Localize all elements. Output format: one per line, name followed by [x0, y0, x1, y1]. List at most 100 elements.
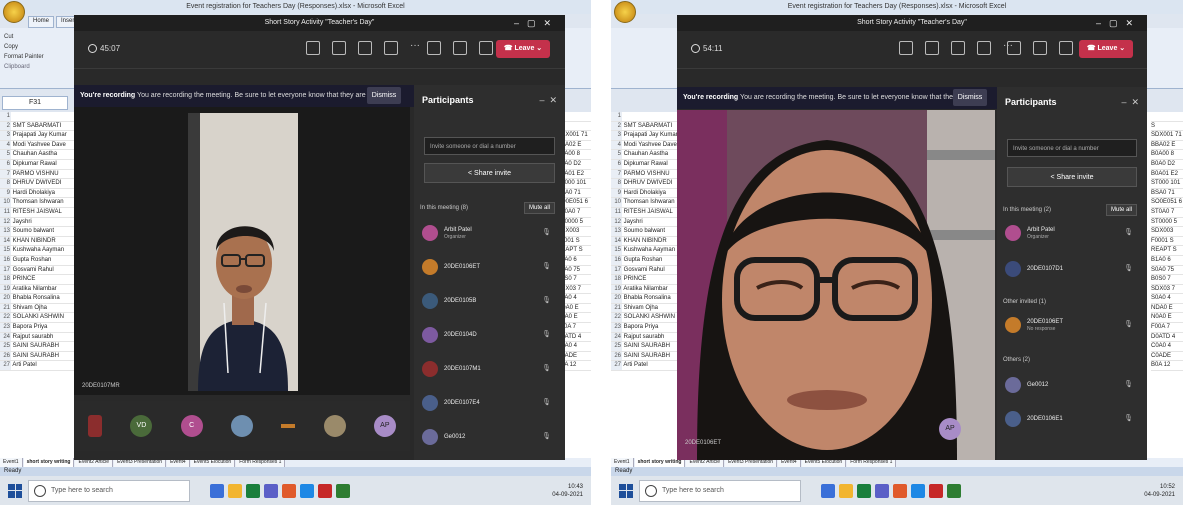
share-invite-button[interactable]: < Share invite [424, 163, 555, 183]
others-section[interactable]: Others (2) [1003, 357, 1030, 363]
folder-icon[interactable] [228, 483, 242, 498]
cell-value[interactable]: C0A0 4 [1151, 342, 1183, 352]
cell-value[interactable] [1151, 112, 1183, 122]
app-icon-2[interactable] [318, 483, 332, 498]
cell-value[interactable]: SO0E051 6 [1151, 198, 1183, 208]
participant-item[interactable]: Arbit Patel Organizer [422, 221, 472, 245]
sheet-tab[interactable]: Event1 [0, 458, 23, 467]
close-panel-icon[interactable]: – ✕ [539, 95, 557, 106]
copy-button[interactable]: Copy [4, 42, 44, 52]
cell-value[interactable]: B0A0 D2 [1151, 160, 1183, 170]
participant-item[interactable]: Arbit Patel Organizer [1005, 221, 1055, 245]
table-row[interactable]: 4 Modi Yashvee Dave [0, 140, 78, 151]
chat-icon[interactable] [899, 41, 913, 55]
cell-value[interactable]: BSA0 71 [1151, 189, 1183, 199]
mic-icon[interactable]: 🎙 [542, 228, 551, 236]
app-icon[interactable] [821, 483, 835, 498]
cell-value[interactable]: REAPT S [1151, 246, 1183, 256]
raise-hand-icon[interactable] [358, 41, 372, 55]
rooms-icon[interactable] [384, 41, 398, 55]
leave-button[interactable]: ☎ Leave ⌄ [496, 40, 550, 58]
cell-value[interactable]: F0001 S [1151, 237, 1183, 247]
mic-icon[interactable]: 🎙 [542, 432, 551, 440]
table-row[interactable]: 18 PRINCE [0, 275, 78, 285]
camera-icon[interactable] [1007, 41, 1021, 55]
cell-value[interactable]: SDX001 71 [1151, 131, 1183, 141]
share-invite-button[interactable]: < Share invite [1007, 167, 1137, 187]
share-screen-icon[interactable] [479, 41, 493, 55]
cell-value[interactable]: S0A0 75 [1151, 266, 1183, 276]
taskbar-search[interactable]: Type here to search [28, 479, 190, 502]
dismiss-button[interactable]: Dismiss [953, 89, 987, 106]
table-row[interactable]: 2 SMT SABARMATI [0, 121, 78, 132]
cell-value[interactable]: B0A 12 [1151, 361, 1183, 372]
app-icon-3[interactable] [947, 483, 961, 498]
table-row[interactable]: 25 SAINI SAURABH [0, 342, 78, 352]
more-icon[interactable]: ··· [410, 41, 422, 53]
invite-input[interactable]: Invite someone or dial a number [424, 137, 555, 155]
table-row[interactable]: 7 PARMO VISHNU [0, 169, 78, 180]
tile-avatar-vd[interactable]: VD [130, 415, 153, 437]
dismiss-button[interactable]: Dismiss [367, 87, 401, 104]
cell-value[interactable]: D0ATD 4 [1151, 333, 1183, 343]
cell-value[interactable]: BBA02 E [1151, 141, 1183, 151]
windows-start-icon[interactable] [619, 483, 633, 498]
mic-icon[interactable] [1033, 41, 1047, 55]
invite-input[interactable]: Invite someone or dial a number [1007, 139, 1137, 157]
table-row[interactable]: 1 [0, 112, 78, 122]
window-controls[interactable]: –▢✕ [514, 15, 559, 31]
participant-item[interactable]: 20DE0107E4 [422, 391, 480, 415]
table-row[interactable]: 24 Rajput saurabh [0, 332, 78, 343]
table-row[interactable]: 10 Thomsan Ishwaran [0, 198, 78, 208]
app-icon-3[interactable] [336, 483, 350, 498]
name-box[interactable]: F31 [2, 96, 68, 110]
share-screen-icon[interactable] [1059, 41, 1073, 55]
mic-icon[interactable]: 🎙 [542, 398, 551, 406]
table-row[interactable]: 13 Soumo balwant [0, 227, 78, 237]
cell-value[interactable]: B0A00 8 [1151, 150, 1183, 160]
participant-item[interactable]: 20DE0107D1 [1005, 257, 1063, 281]
office-button-icon[interactable] [614, 1, 636, 23]
sheet-tab[interactable]: Event1 [611, 458, 634, 467]
table-row[interactable]: 19 Aratika Nilambar [0, 284, 78, 295]
tile-avatar-ap[interactable]: AP [373, 415, 396, 437]
participants-icon[interactable] [332, 41, 346, 55]
table-row[interactable]: 8 DHRUV DWIVEDI [0, 179, 78, 189]
in-meeting-section[interactable]: In this meeting (2) [1003, 207, 1051, 213]
close-panel-icon[interactable]: – ✕ [1121, 97, 1139, 108]
cell-value[interactable]: B1A0 6 [1151, 256, 1183, 266]
cut-button[interactable]: Cut [4, 32, 44, 42]
mic-icon[interactable]: 🎙 [542, 296, 551, 304]
participant-item[interactable]: 20DE0106ET No response [1005, 313, 1063, 337]
table-row[interactable]: 5 Chauhan Aastha [0, 150, 78, 160]
table-row[interactable]: 27 Arti Patel [0, 361, 78, 372]
tile-avatar-c[interactable]: C [180, 415, 203, 437]
mic-icon[interactable]: 🎙 [542, 364, 551, 372]
windows-start-icon[interactable] [8, 483, 22, 498]
system-tray[interactable]: 10:43 04-09-2021 [552, 483, 591, 499]
system-tray[interactable]: 10:52 04-09-2021 [1144, 483, 1183, 499]
other-invited-section[interactable]: Other invited (1) [1003, 299, 1046, 305]
mic-icon[interactable]: 🎙 [542, 262, 551, 270]
teams-icon[interactable] [875, 483, 889, 498]
cell-value[interactable]: S0A0 4 [1151, 294, 1183, 304]
cell-value[interactable]: SDX003 [1151, 227, 1183, 237]
camera-icon[interactable] [427, 41, 441, 55]
tile-avatar-photo[interactable] [230, 415, 253, 437]
chat-icon[interactable] [306, 41, 320, 55]
table-row[interactable]: 22 SOLANKI ASHWIN [0, 313, 78, 324]
excel-icon[interactable] [857, 483, 871, 498]
browser-icon[interactable] [282, 483, 296, 498]
table-row[interactable]: 20 Bhabla Ronsalina [0, 294, 78, 304]
cell-value[interactable]: ST0A0 7 [1151, 208, 1183, 218]
rooms-icon[interactable] [977, 41, 991, 55]
participants-icon[interactable] [925, 41, 939, 55]
format-painter-button[interactable]: Format Painter [4, 52, 44, 62]
table-row[interactable]: 26 SAINI SAURABH [0, 351, 78, 362]
tab-home[interactable]: Home [28, 16, 55, 28]
participant-item[interactable]: 20DE0107M1 [422, 357, 481, 381]
leave-button[interactable]: ☎ Leave ⌄ [1079, 40, 1133, 58]
mute-all-button[interactable]: Mute all [523, 202, 555, 214]
mic-icon[interactable]: 🎙 [1124, 228, 1133, 236]
teams-icon[interactable] [264, 483, 278, 498]
